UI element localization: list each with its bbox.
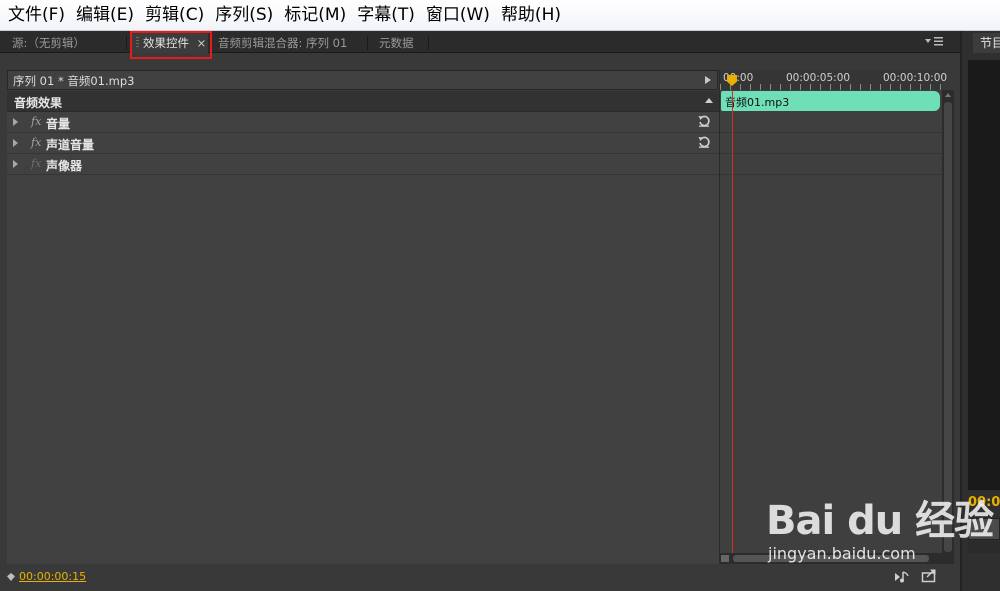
menu-clip[interactable]: 剪辑(C)	[141, 0, 211, 31]
effect-name-panner: 声像器	[46, 159, 83, 173]
tab-source[interactable]: 源:（无剪辑）	[4, 33, 85, 53]
menu-file[interactable]: 文件(F)	[4, 0, 72, 31]
tab-metadata[interactable]: 元数据	[371, 33, 414, 53]
timeline-row	[720, 133, 942, 154]
menu-edit[interactable]: 编辑(E)	[72, 0, 141, 31]
reset-icon[interactable]	[697, 135, 711, 149]
tab-audio-clip-mixer-label: 音频剪辑混合器: 序列 01	[218, 36, 348, 50]
audio-effects-header: 音频效果	[7, 91, 719, 112]
ruler-ticks	[720, 84, 943, 90]
audio-clip[interactable]: 音频01.mp3	[721, 91, 940, 111]
tab-divider	[367, 36, 368, 50]
effects-list: 音频效果 fx 音量 fx 声道音量 fx 声像器	[7, 91, 719, 564]
tab-source-label: 源:（无剪辑）	[12, 36, 85, 50]
menu-window[interactable]: 窗口(W)	[422, 0, 497, 31]
tab-divider	[428, 36, 429, 50]
effect-row-channel-volume[interactable]: fx 声道音量	[7, 133, 719, 154]
fx-icon: fx	[31, 157, 42, 170]
timecode-icon	[7, 573, 15, 581]
audio-effects-title: 音频效果	[14, 96, 63, 110]
panel-menu-icon[interactable]	[924, 35, 944, 49]
baidu-watermark: Bai du 经验 jingyan.baidu.com	[760, 482, 994, 572]
expand-triangle-icon[interactable]	[13, 139, 18, 147]
timeline-row	[720, 154, 942, 175]
play-audio-icon[interactable]	[894, 570, 910, 584]
panel-menu-icon-glyph	[925, 37, 943, 46]
expand-triangle-icon[interactable]	[13, 160, 18, 168]
highlight-box	[130, 31, 212, 59]
effect-row-volume[interactable]: fx 音量	[7, 112, 719, 133]
menu-sequence[interactable]: 序列(S)	[211, 0, 280, 31]
tab-audio-clip-mixer[interactable]: 音频剪辑混合器: 序列 01	[210, 33, 347, 53]
menu-help[interactable]: 帮助(H)	[497, 0, 568, 31]
tab-metadata-label: 元数据	[379, 36, 414, 50]
scroll-up-icon[interactable]	[945, 93, 951, 97]
time-ruler[interactable]: 00:00 00:00:05:00 00:00:10:00	[720, 70, 947, 90]
effect-name-channel-volume: 声道音量	[46, 138, 95, 152]
clip-name: 序列 01 * 音频01.mp3	[13, 74, 135, 88]
program-monitor-view	[968, 60, 1000, 490]
menu-marker[interactable]: 标记(M)	[280, 0, 353, 31]
baidu-logo: Bai du 经验	[766, 498, 994, 544]
tab-program[interactable]: 节目	[973, 33, 1000, 53]
reset-icon[interactable]	[697, 114, 711, 128]
ruler-label-5s: 00:00:05:00	[786, 72, 851, 84]
tab-divider	[126, 36, 127, 50]
ruler-label-10s: 00:00:10:00	[883, 72, 948, 84]
watermark-url: jingyan.baidu.com	[768, 544, 916, 563]
current-timecode[interactable]: 00:00:00:15	[19, 570, 86, 583]
expand-triangle-icon[interactable]	[13, 118, 18, 126]
timeline-row	[720, 112, 942, 133]
menu-title[interactable]: 字幕(T)	[353, 0, 422, 31]
clip-selector-bar[interactable]: 序列 01 * 音频01.mp3	[7, 70, 718, 90]
fx-icon[interactable]: fx	[31, 136, 41, 149]
playhead-line	[732, 90, 733, 564]
zoom-grip[interactable]	[721, 555, 729, 562]
audio-clip-label: 音频01.mp3	[725, 96, 790, 109]
effect-row-panner[interactable]: fx 声像器	[7, 154, 719, 175]
menu-bar: 文件(F) 编辑(E) 剪辑(C) 序列(S) 标记(M) 字幕(T) 窗口(W…	[0, 0, 1000, 31]
effect-name-volume: 音量	[46, 117, 71, 131]
collapse-up-icon[interactable]	[705, 98, 713, 103]
play-arrow-icon[interactable]	[705, 76, 711, 84]
fx-icon[interactable]: fx	[31, 115, 41, 128]
